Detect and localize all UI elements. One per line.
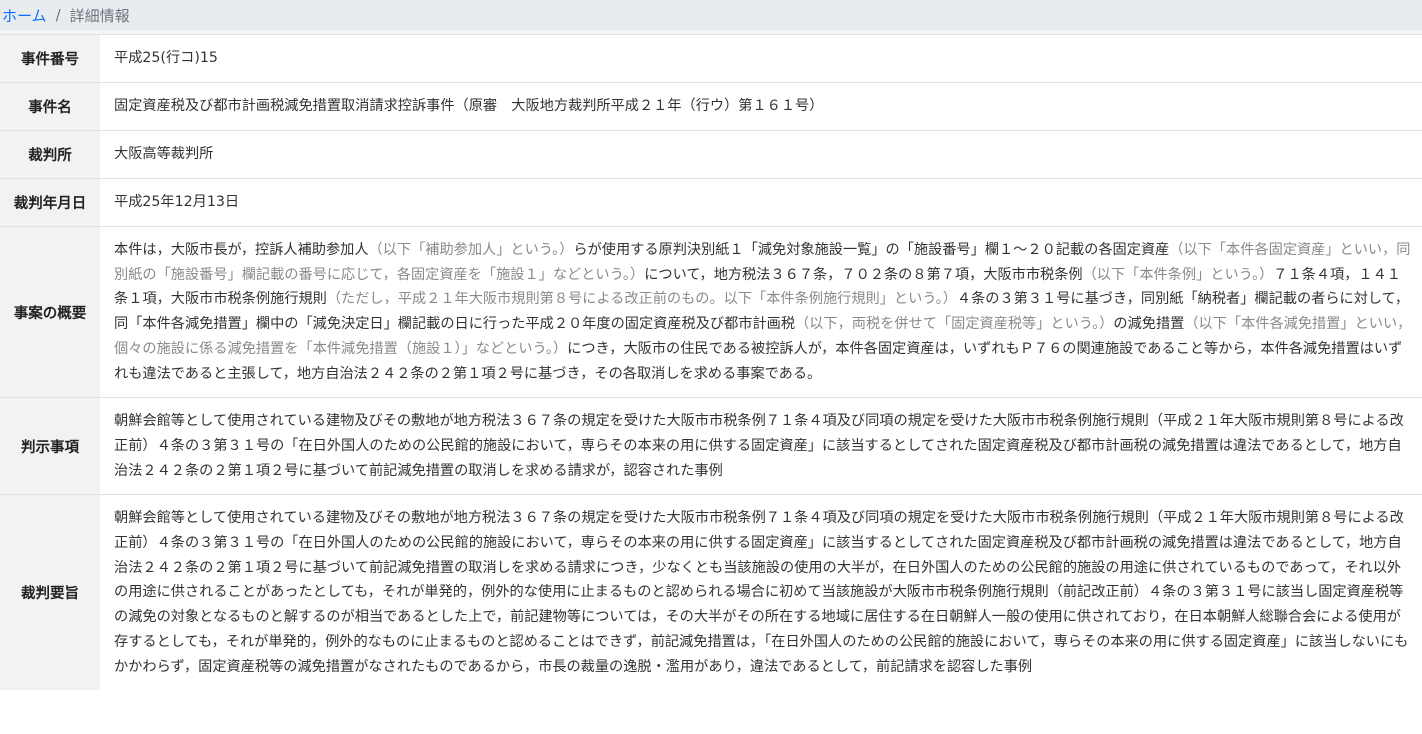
case-name-label: 事件名 [0,82,100,131]
summary-text: の減免措置 [1113,316,1185,333]
gist-value: 朝鮮会館等として使用されている建物及びその敷地が地方税法３６７条の規定を受けた大… [100,494,1422,691]
summary-parenthetical: （以下，両税を併せて「固定資産税等」という。） [795,316,1114,333]
summary-text: について，地方税法３６７条，７０２条の８第７項，大阪市市税条例 [644,266,1083,283]
breadcrumb-home-link[interactable]: ホーム [2,5,47,26]
row-case-number: 事件番号 平成25(行コ)15 [0,34,1422,83]
summary-text: 本件は，大阪市長が，控訴人補助参加人 [114,242,369,258]
case-detail-table: 事件番号 平成25(行コ)15 事件名 固定資産税及び都市計画税減免措置取消請求… [0,34,1422,691]
holding-label: 判示事項 [0,397,100,495]
date-label: 裁判年月日 [0,178,100,227]
case-number-value: 平成25(行コ)15 [100,34,1422,83]
summary-label: 事案の概要 [0,225,100,398]
date-value: 平成25年12月13日 [100,178,1422,227]
court-value: 大阪高等裁判所 [100,130,1422,179]
holding-value: 朝鮮会館等として使用されている建物及びその敷地が地方税法３６７条の規定を受けた大… [100,397,1422,495]
row-date: 裁判年月日 平成25年12月13日 [0,178,1422,227]
gist-label: 裁判要旨 [0,494,100,691]
summary-parenthetical: （ただし，平成２１年大阪市規則第８号による改正前のもの。以下「本件条例施行規則」… [326,291,957,308]
case-name-value: 固定資産税及び都市計画税減免措置取消請求控訴事件（原審 大阪地方裁判所平成２１年… [100,82,1422,131]
row-summary: 事案の概要 本件は，大阪市長が，控訴人補助参加人（以下「補助参加人」という。）ら… [0,225,1422,398]
summary-value: 本件は，大阪市長が，控訴人補助参加人（以下「補助参加人」という。）らが使用する原… [100,225,1422,398]
row-holding: 判示事項 朝鮮会館等として使用されている建物及びその敷地が地方税法３６７条の規定… [0,397,1422,495]
breadcrumb: ホーム / 詳細情報 [0,0,1422,34]
row-case-name: 事件名 固定資産税及び都市計画税減免措置取消請求控訴事件（原審 大阪地方裁判所平… [0,82,1422,131]
breadcrumb-current: 詳細情報 [69,6,130,25]
row-gist: 裁判要旨 朝鮮会館等として使用されている建物及びその敷地が地方税法３６７条の規定… [0,494,1422,691]
row-court: 裁判所 大阪高等裁判所 [0,130,1422,179]
summary-parenthetical: （以下「補助参加人」という。） [368,242,574,258]
case-number-label: 事件番号 [0,34,100,83]
summary-parenthetical: （以下「本件条例」という。） [1082,266,1274,283]
summary-text: らが使用する原判決別紙１「減免対象施設一覧」の「施設番号」欄１～２０記載の各固定… [573,242,1170,258]
breadcrumb-separator: / [55,6,61,24]
court-label: 裁判所 [0,130,100,179]
